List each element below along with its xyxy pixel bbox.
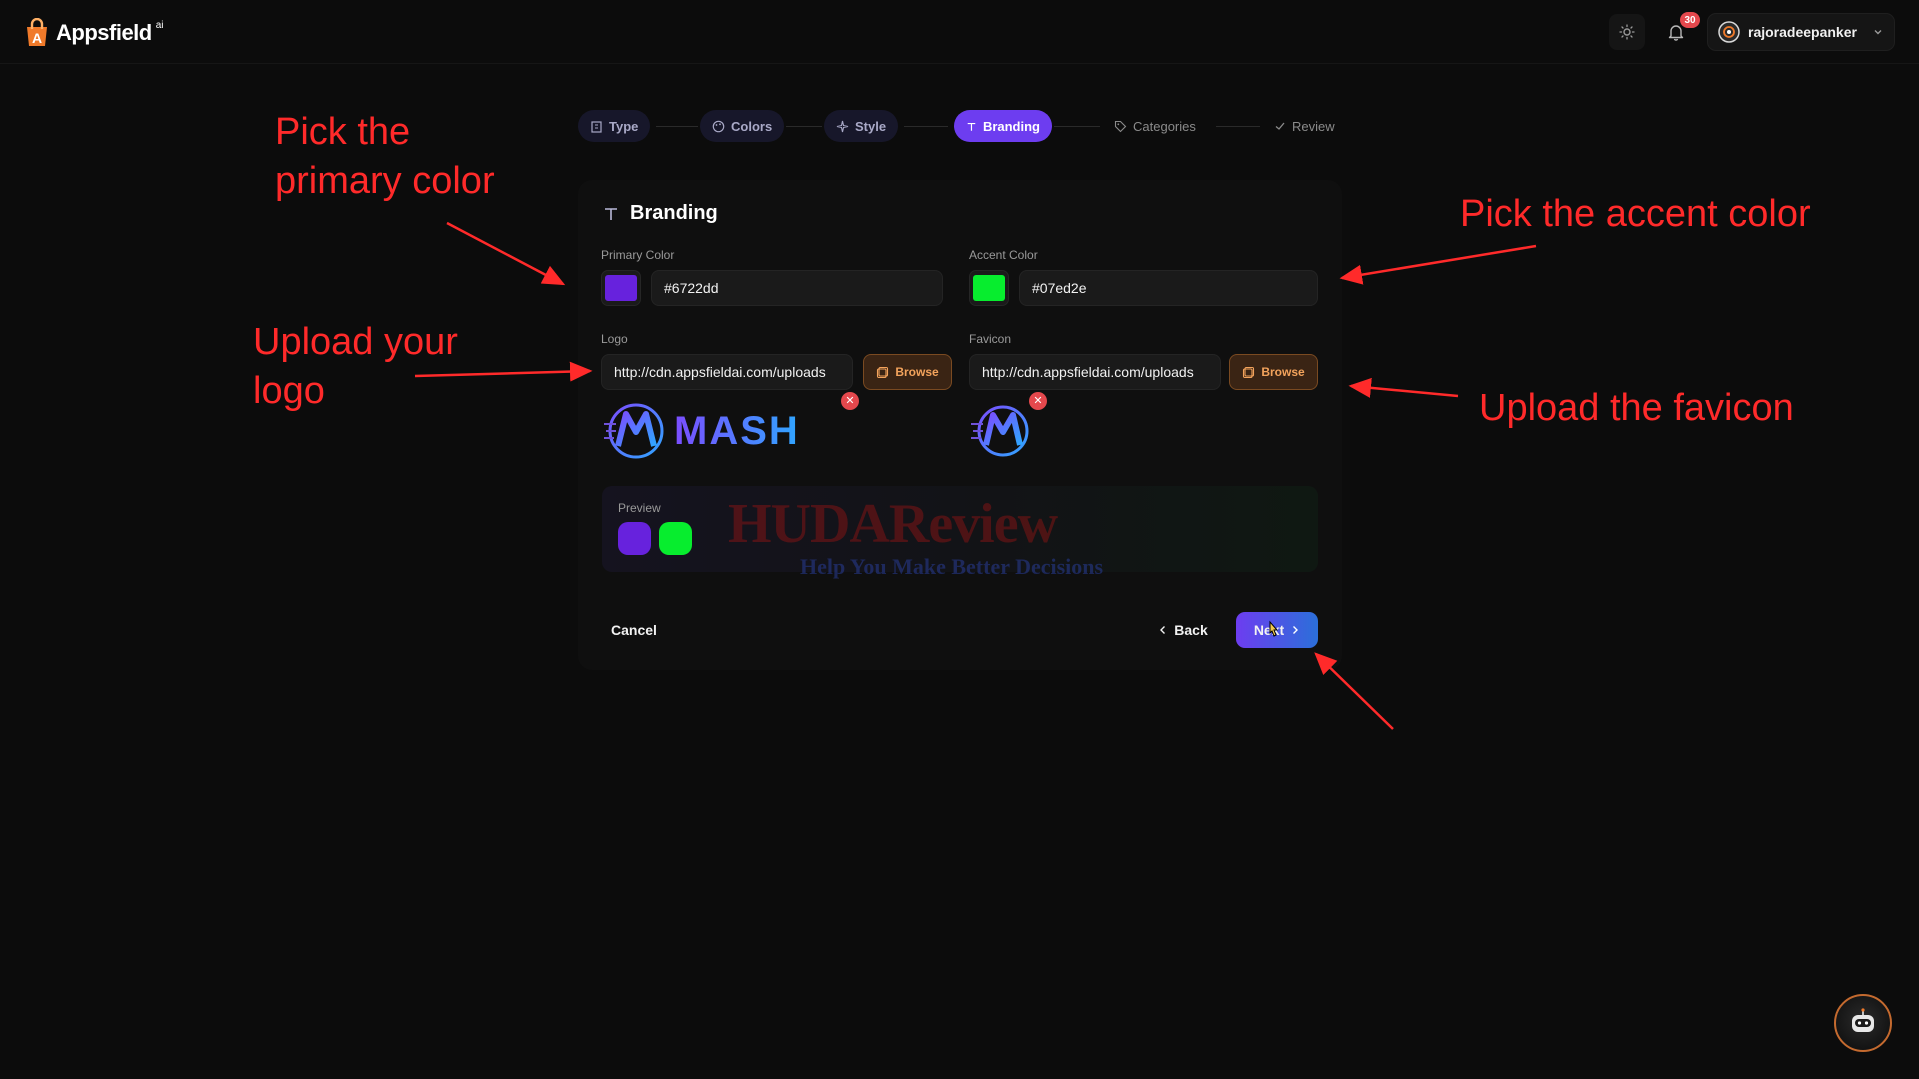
robot-icon — [1852, 1008, 1874, 1032]
annotation-arrows — [414, 221, 1537, 730]
chat-assistant-button[interactable] — [1834, 994, 1892, 1052]
